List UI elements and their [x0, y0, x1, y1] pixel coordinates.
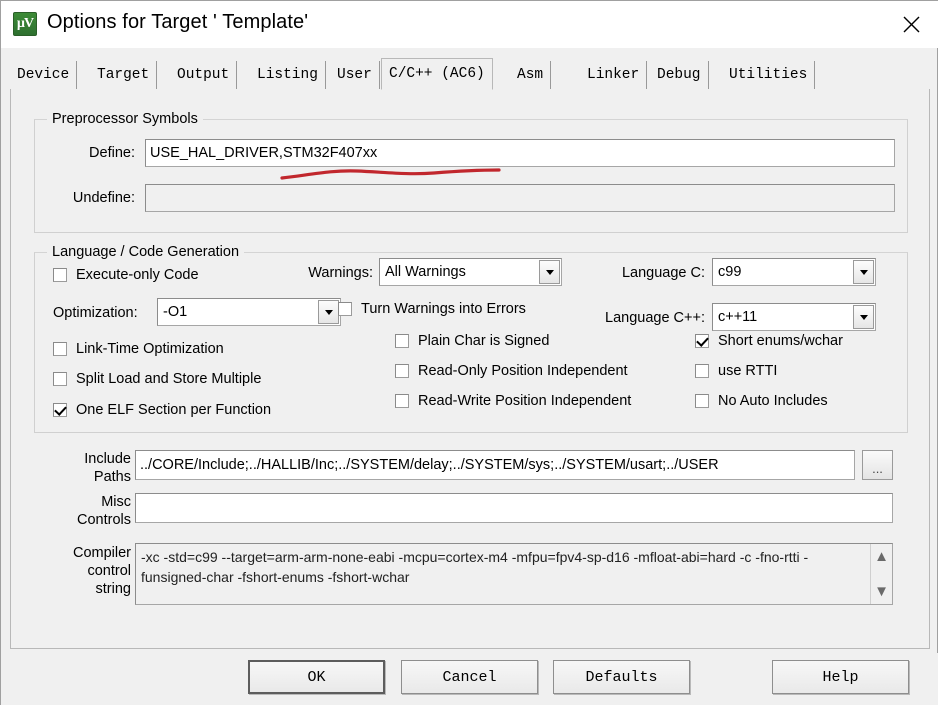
execute-only-code-checkbox[interactable]: Execute-only Code [53, 267, 199, 283]
window-title: Options for Target ' Template' [47, 11, 309, 33]
use-rtti-label: use RTTI [718, 363, 778, 379]
read-only-position-independent-checkbox[interactable]: Read-Only Position Independent [395, 363, 628, 379]
tab-utilities[interactable]: Utilities [722, 61, 816, 89]
language-cpp-value: c++11 [718, 309, 758, 325]
defaults-button[interactable]: Defaults [553, 660, 690, 694]
no-auto-includes-checkbox[interactable]: No Auto Includes [695, 393, 828, 409]
read-only-position-independent-label: Read-Only Position Independent [418, 363, 628, 379]
tab-bar: Device Target Output Listing User C/C++ … [10, 58, 930, 90]
turn-warnings-into-errors-label: Turn Warnings into Errors [361, 301, 526, 317]
chevron-up-icon[interactable]: ▲ [874, 549, 889, 564]
misc-controls-label-line1: Misc [101, 494, 131, 510]
define-input[interactable]: USE_HAL_DRIVER,STM32F407xx [145, 139, 895, 167]
warnings-select[interactable]: All Warnings [379, 258, 562, 286]
keil-uvision-icon: µV [13, 12, 37, 36]
read-write-position-independent-label: Read-Write Position Independent [418, 393, 632, 409]
one-elf-section-checkbox[interactable]: One ELF Section per Function [53, 402, 271, 418]
tab-output[interactable]: Output [170, 61, 238, 89]
no-auto-includes-box [695, 394, 709, 408]
language-cpp-label: Language C++: [605, 310, 705, 326]
chevron-down-icon[interactable] [318, 300, 339, 324]
short-enums-wchar-checkbox[interactable]: Short enums/wchar [695, 333, 843, 349]
link-time-optimization-box [53, 342, 67, 356]
tab-listing[interactable]: Listing [250, 61, 326, 89]
read-write-position-independent-box [395, 394, 409, 408]
read-write-position-independent-checkbox[interactable]: Read-Write Position Independent [395, 393, 631, 409]
turn-warnings-into-errors-checkbox[interactable]: Turn Warnings into Errors [338, 301, 526, 317]
optimization-label: Optimization: [53, 305, 138, 321]
language-c-label: Language C: [621, 265, 705, 281]
short-enums-wchar-label: Short enums/wchar [718, 333, 843, 349]
c-cpp-settings-panel: Preprocessor Symbols Define: USE_HAL_DRI… [10, 89, 930, 649]
title-bar: µV Options for Target ' Template' [1, 1, 938, 48]
language-code-generation-group: Language / Code Generation Execute-only … [34, 244, 908, 433]
optimization-value: -O1 [163, 304, 188, 320]
define-label: Define: [89, 145, 135, 161]
include-paths-input[interactable]: ../CORE/Include;../HALLIB/Inc;../SYSTEM/… [135, 450, 855, 480]
plain-char-is-signed-box [395, 334, 409, 348]
app-icon-glyph: µV [16, 16, 34, 31]
help-button[interactable]: Help [772, 660, 909, 694]
undefine-label: Undefine: [72, 190, 135, 206]
short-enums-wchar-box [695, 334, 709, 348]
one-elf-section-label: One ELF Section per Function [76, 402, 272, 418]
turn-warnings-into-errors-box [338, 302, 352, 316]
no-auto-includes-label: No Auto Includes [718, 393, 828, 409]
options-for-target-dialog: µV Options for Target ' Template' Device… [0, 0, 938, 705]
tab-target[interactable]: Target [90, 61, 158, 89]
chevron-down-icon[interactable] [853, 260, 874, 284]
preprocessor-symbols-group: Preprocessor Symbols Define: USE_HAL_DRI… [34, 111, 908, 233]
compiler-control-string-box: -xc -std=c99 --target=arm-arm-none-eabi … [135, 543, 893, 605]
include-paths-browse-button[interactable]: ... [862, 450, 893, 480]
link-time-optimization-checkbox[interactable]: Link-Time Optimization [53, 341, 224, 357]
split-load-store-checkbox[interactable]: Split Load and Store Multiple [53, 371, 261, 387]
include-paths-label-line1: Include [84, 451, 131, 467]
chevron-down-icon[interactable] [539, 260, 560, 284]
plain-char-is-signed-checkbox[interactable]: Plain Char is Signed [395, 333, 549, 349]
chevron-down-icon[interactable]: ▼ [874, 584, 889, 599]
read-only-position-independent-box [395, 364, 409, 378]
chevron-down-icon[interactable] [853, 305, 874, 329]
language-c-select[interactable]: c99 [712, 258, 876, 286]
compiler-control-string-value: -xc -std=c99 --target=arm-arm-none-eabi … [141, 549, 809, 586]
ok-button[interactable]: OK [248, 660, 385, 694]
use-rtti-box [695, 364, 709, 378]
tab-debug[interactable]: Debug [650, 61, 709, 89]
language-code-generation-legend: Language / Code Generation [47, 244, 245, 260]
misc-controls-label-line2: Controls [77, 512, 131, 528]
tab-linker[interactable]: Linker [580, 61, 648, 89]
cancel-button[interactable]: Cancel [401, 660, 538, 694]
preprocessor-symbols-legend: Preprocessor Symbols [47, 111, 203, 127]
use-rtti-checkbox[interactable]: use RTTI [695, 363, 777, 379]
misc-controls-input[interactable] [135, 493, 893, 523]
language-c-value: c99 [718, 264, 742, 280]
compiler-control-string-label-line3: string [95, 581, 131, 597]
tab-c-cpp-ac6[interactable]: C/C++ (AC6) [381, 58, 493, 90]
optimization-select[interactable]: -O1 [157, 298, 341, 326]
warnings-label: Warnings: [308, 265, 373, 281]
undefine-input[interactable] [145, 184, 895, 212]
tab-user[interactable]: User [330, 61, 380, 89]
tab-device[interactable]: Device [10, 61, 78, 89]
tab-asm[interactable]: Asm [510, 61, 552, 89]
warnings-value: All Warnings [385, 264, 466, 280]
compiler-control-string-label-line1: Compiler [72, 545, 131, 561]
dialog-button-bar: OK Cancel Defaults Help [1, 653, 938, 705]
close-icon[interactable] [883, 1, 938, 47]
split-load-store-box [53, 372, 67, 386]
split-load-store-label: Split Load and Store Multiple [76, 371, 262, 387]
one-elf-section-box [53, 403, 67, 417]
plain-char-is-signed-label: Plain Char is Signed [418, 333, 550, 349]
execute-only-code-box [53, 268, 67, 282]
language-cpp-select[interactable]: c++11 [712, 303, 876, 331]
compiler-control-string-label-line2: control [87, 563, 131, 579]
include-paths-label-line2: Paths [93, 469, 131, 485]
link-time-optimization-label: Link-Time Optimization [76, 341, 224, 357]
compiler-control-string-scrollbar[interactable]: ▲ ▼ [870, 544, 892, 604]
execute-only-code-label: Execute-only Code [76, 267, 199, 283]
